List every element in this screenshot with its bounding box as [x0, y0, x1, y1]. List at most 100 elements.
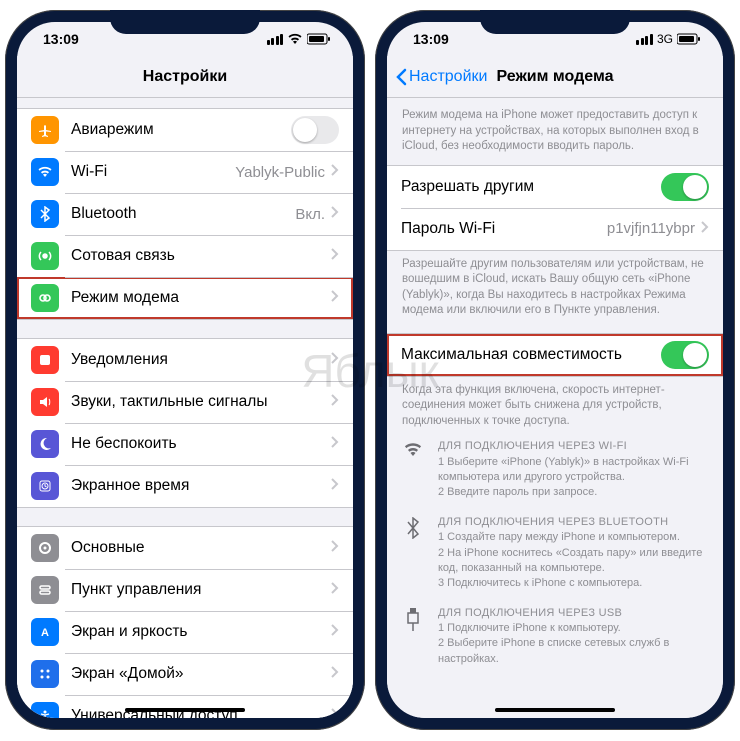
svg-text:A: A [41, 627, 49, 639]
chevron-right-icon [331, 205, 339, 223]
row-label: Разрешать другим [401, 178, 661, 196]
row-label: Авиарежим [71, 121, 291, 139]
gear-icon [31, 534, 59, 562]
cellular-icon [31, 242, 59, 270]
signal-icon [636, 34, 653, 45]
row-label: Экран «Домой» [71, 665, 331, 683]
row-notifications[interactable]: Уведомления [17, 339, 353, 381]
row-max-compat[interactable]: Максимальная совместимость [387, 334, 723, 376]
bluetooth-icon [402, 515, 424, 592]
row-wifi[interactable]: Wi-Fi Yablyk-Public [17, 151, 353, 193]
chevron-right-icon [331, 435, 339, 453]
row-label: Не беспокоить [71, 435, 331, 453]
row-label: Bluetooth [71, 205, 295, 223]
row-sounds[interactable]: Звуки, тактильные сигналы [17, 381, 353, 423]
row-label: Максимальная совместимость [401, 346, 661, 364]
allow-toggle[interactable] [661, 173, 709, 201]
battery-icon [307, 33, 331, 45]
row-control-center[interactable]: Пункт управления [17, 569, 353, 611]
nav-bar: Настройки [17, 56, 353, 98]
bluetooth-value: Вкл. [295, 206, 325, 223]
info-usb: ДЛЯ ПОДКЛЮЧЕНИЯ ЧЕРЕЗ USB 1 Подключите i… [387, 596, 723, 672]
wifi-icon [31, 158, 59, 186]
accessibility-icon [31, 702, 59, 718]
control-center-icon [31, 576, 59, 604]
info-line: 2 На iPhone коснитесь «Создать пару» или… [438, 546, 708, 577]
notch [480, 10, 630, 34]
row-label: Пароль Wi-Fi [401, 220, 607, 238]
intro-note: Режим модема на iPhone может предоставит… [387, 98, 723, 155]
row-screentime[interactable]: Экранное время [17, 465, 353, 507]
row-dnd[interactable]: Не беспокоить [17, 423, 353, 465]
info-line: 2 Выберите iPhone в списке сетевых служб… [438, 636, 708, 667]
row-accessibility[interactable]: Универсальный доступ [17, 695, 353, 718]
row-bluetooth[interactable]: Bluetooth Вкл. [17, 193, 353, 235]
row-label: Уведомления [71, 351, 331, 369]
back-button[interactable]: Настройки [395, 56, 487, 97]
info-line: 2 Введите пароль при запросе. [438, 485, 708, 500]
home-indicator [125, 708, 245, 712]
home-screen-icon [31, 660, 59, 688]
row-password[interactable]: Пароль Wi-Fi p1vjfjn11ybpr [387, 208, 723, 250]
info-line: 3 Подключитесь к iPhone с компьютера. [438, 576, 708, 591]
status-time: 13:09 [43, 31, 79, 47]
chevron-right-icon [331, 289, 339, 307]
chevron-right-icon [331, 665, 339, 683]
info-wifi: ДЛЯ ПОДКЛЮЧЕНИЯ ЧЕРЕЗ WI-FI 1 Выберите «… [387, 429, 723, 505]
screentime-icon [31, 472, 59, 500]
row-display[interactable]: A Экран и яркость [17, 611, 353, 653]
status-time: 13:09 [413, 31, 449, 47]
row-general[interactable]: Основные [17, 527, 353, 569]
row-hotspot[interactable]: Режим модема [17, 277, 353, 319]
row-airplane[interactable]: Авиарежим [17, 109, 353, 151]
display-icon: A [31, 618, 59, 646]
network-label: 3G [657, 32, 673, 46]
row-label: Основные [71, 539, 331, 557]
info-line: 1 Выберите «iPhone (Yablyk)» в настройка… [438, 455, 708, 486]
info-heading: ДЛЯ ПОДКЛЮЧЕНИЯ ЧЕРЕЗ USB [438, 606, 708, 621]
page-title: Режим модема [497, 68, 614, 86]
info-line: 1 Подключите iPhone к компьютеру. [438, 621, 708, 636]
airplane-toggle[interactable] [291, 116, 339, 144]
chevron-right-icon [331, 581, 339, 599]
info-bluetooth: ДЛЯ ПОДКЛЮЧЕНИЯ ЧЕРЕЗ BLUETOOTH 1 Создай… [387, 505, 723, 596]
home-indicator [495, 708, 615, 712]
airplane-icon [31, 116, 59, 144]
sounds-icon [31, 388, 59, 416]
row-allow-others[interactable]: Разрешать другим [387, 166, 723, 208]
info-heading: ДЛЯ ПОДКЛЮЧЕНИЯ ЧЕРЕЗ WI-FI [438, 439, 708, 454]
usb-icon [402, 606, 424, 668]
chevron-right-icon [331, 351, 339, 369]
hotspot-icon [31, 284, 59, 312]
wifi-value: Yablyk-Public [235, 164, 325, 181]
back-label: Настройки [409, 68, 487, 86]
chevron-right-icon [331, 477, 339, 495]
row-label: Сотовая связь [71, 247, 331, 265]
row-home-screen[interactable]: Экран «Домой» [17, 653, 353, 695]
nav-bar: Настройки Режим модема [387, 56, 723, 98]
notifications-icon [31, 346, 59, 374]
row-cellular[interactable]: Сотовая связь [17, 235, 353, 277]
chevron-right-icon [331, 623, 339, 641]
wifi-icon [287, 33, 303, 45]
password-value: p1vjfjn11ybpr [607, 220, 695, 237]
chevron-right-icon [701, 220, 709, 238]
compat-note: Когда эта функция включена, скорость инт… [387, 377, 723, 430]
compat-toggle[interactable] [661, 341, 709, 369]
chevron-right-icon [331, 393, 339, 411]
row-label: Звуки, тактильные сигналы [71, 393, 331, 411]
info-line: 1 Создайте пару между iPhone и компьютер… [438, 530, 708, 545]
dnd-icon [31, 430, 59, 458]
row-label: Экран и яркость [71, 623, 331, 641]
bluetooth-icon [31, 200, 59, 228]
chevron-right-icon [331, 707, 339, 718]
row-label: Wi-Fi [71, 163, 235, 181]
battery-icon [677, 33, 701, 45]
notch [110, 10, 260, 34]
phone-left: 13:09 Настройки Авиарежим [5, 10, 365, 730]
chevron-right-icon [331, 247, 339, 265]
page-title: Настройки [143, 68, 227, 86]
chevron-right-icon [331, 163, 339, 181]
wifi-icon [402, 439, 424, 501]
row-label: Экранное время [71, 477, 331, 495]
